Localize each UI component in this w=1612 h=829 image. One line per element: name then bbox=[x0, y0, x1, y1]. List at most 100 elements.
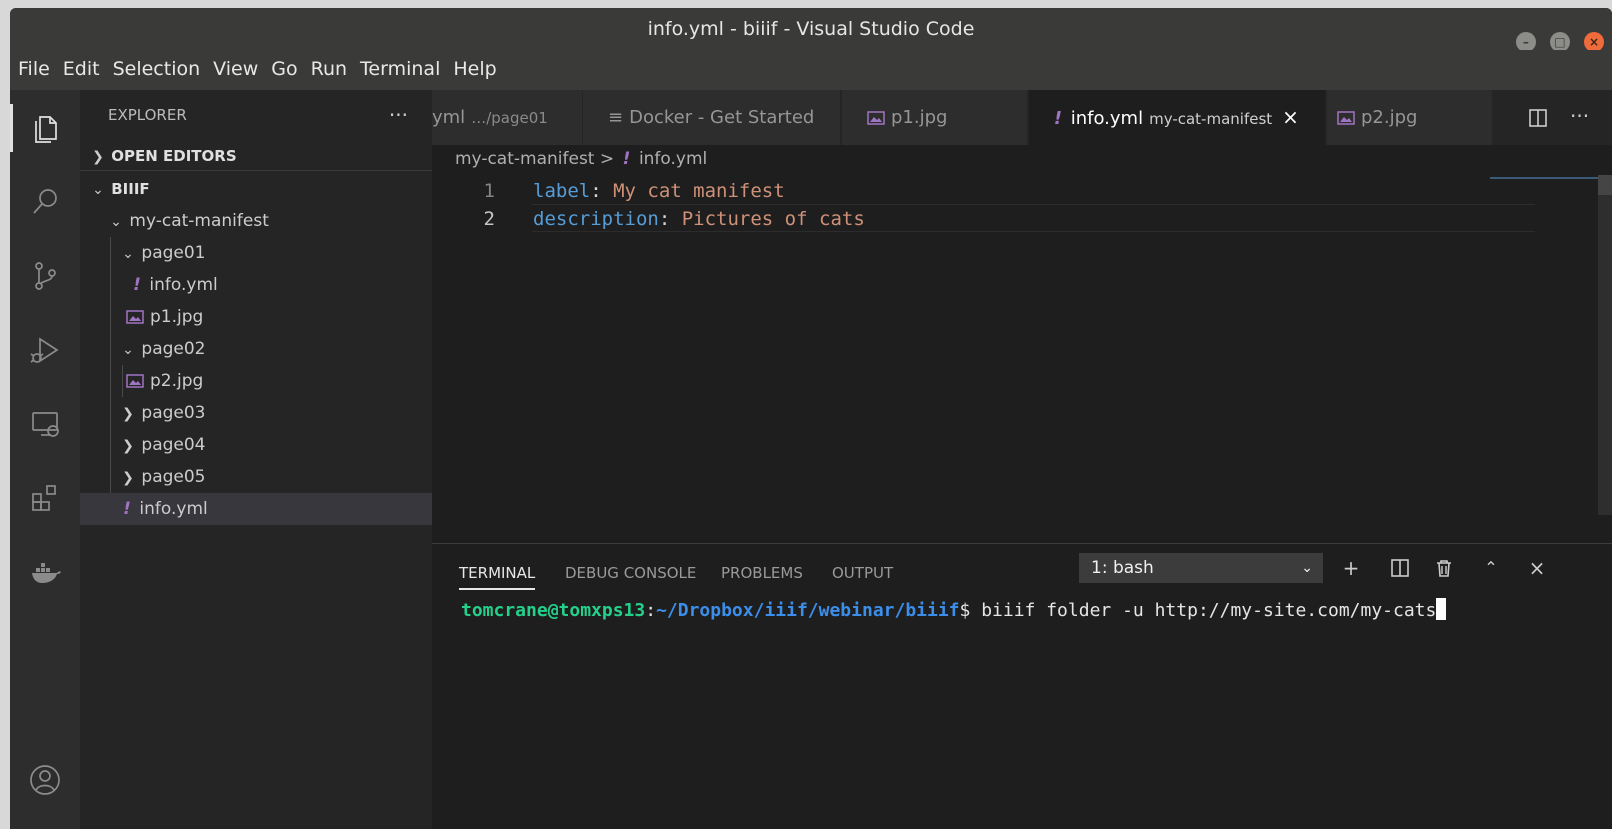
editor-more-actions-button[interactable]: ··· bbox=[1570, 90, 1589, 142]
terminal-output[interactable]: tomcrane@tomxps13:~/Dropbox/iiif/webinar… bbox=[461, 598, 1447, 624]
remote-explorer-activity[interactable] bbox=[10, 396, 80, 452]
tree-file-p1-jpg[interactable]: p1.jpg bbox=[80, 301, 432, 333]
docker-icon bbox=[32, 563, 61, 583]
panel-tab-terminal[interactable]: TERMINAL bbox=[459, 558, 536, 590]
explorer-more-button[interactable]: ··· bbox=[389, 90, 408, 140]
menu-view[interactable]: View bbox=[208, 50, 263, 88]
window-controls: – □ × bbox=[1515, 19, 1612, 52]
docker-activity[interactable] bbox=[10, 544, 80, 600]
terminal-select[interactable]: 1: bash ⌄ bbox=[1079, 553, 1323, 583]
tree-file-p2-jpg[interactable]: p2.jpg bbox=[80, 365, 432, 397]
chevron-right-icon: ❯ bbox=[92, 149, 104, 165]
breadcrumb-folder[interactable]: my-cat-manifest bbox=[455, 149, 594, 169]
preview-icon: ≡ bbox=[608, 107, 624, 128]
source-control-activity[interactable] bbox=[10, 248, 80, 304]
extensions-activity[interactable] bbox=[10, 470, 80, 526]
open-editors-label: OPEN EDITORS bbox=[111, 147, 237, 165]
image-file-icon bbox=[126, 310, 144, 324]
explorer-activity[interactable] bbox=[10, 100, 80, 156]
chevron-down-icon: ⌄ bbox=[122, 342, 134, 358]
code-editor[interactable]: my-cat-manifest > ! info.yml 1 label: My … bbox=[432, 145, 1612, 543]
chevron-down-icon: ⌄ bbox=[92, 182, 104, 198]
accounts-activity[interactable] bbox=[10, 752, 80, 808]
panel-tab-output[interactable]: OUTPUT bbox=[832, 558, 893, 588]
minimize-button[interactable]: – bbox=[1515, 32, 1536, 52]
vscode-window: info.yml - biiif - Visual Studio Code – … bbox=[10, 8, 1612, 829]
chevron-down-icon: ⌄ bbox=[1301, 560, 1313, 576]
tab-page01-info-yml[interactable]: yml …/page01 bbox=[432, 90, 583, 145]
explorer-sidebar: EXPLORER ··· ❯ OPEN EDITORS ⌄ BIIIF ⌄ my… bbox=[80, 90, 432, 829]
editor-scrollbar[interactable] bbox=[1598, 175, 1612, 515]
menu-go[interactable]: Go bbox=[266, 50, 302, 88]
code-line-2[interactable]: 2 description: Pictures of cats bbox=[432, 205, 865, 233]
chevron-right-icon: ❯ bbox=[122, 406, 134, 422]
terminal-user: tomcrane@tomxps13 bbox=[461, 600, 646, 621]
account-icon bbox=[30, 765, 60, 795]
trash-icon[interactable] bbox=[1434, 557, 1454, 579]
tree-file-info-yml-root[interactable]: ! info.yml bbox=[80, 493, 432, 525]
window-title: info.yml - biiif - Visual Studio Code bbox=[647, 18, 975, 40]
menu-selection[interactable]: Selection bbox=[108, 50, 206, 88]
explorer-header: EXPLORER ··· bbox=[80, 90, 432, 140]
close-window-button[interactable]: × bbox=[1584, 32, 1604, 52]
tree-folder-my-cat-manifest[interactable]: ⌄ my-cat-manifest bbox=[80, 205, 432, 237]
editor-tabs: yml …/page01 ≡ Docker - Get Started p1.jpg… bbox=[432, 90, 1612, 145]
panel-tab-problems[interactable]: PROBLEMS bbox=[721, 558, 803, 588]
panel-tab-debug-console[interactable]: DEBUG CONSOLE bbox=[565, 558, 696, 588]
split-terminal-icon[interactable] bbox=[1390, 558, 1410, 578]
split-editor-icon[interactable] bbox=[1528, 108, 1548, 128]
search-activity[interactable] bbox=[10, 174, 80, 230]
open-editors-section[interactable]: ❯ OPEN EDITORS bbox=[80, 140, 432, 171]
run-debug-icon bbox=[30, 337, 59, 363]
close-tab-icon[interactable]: × bbox=[1282, 105, 1299, 129]
image-file-icon bbox=[867, 111, 885, 125]
tab-p1-jpg[interactable]: p1.jpg bbox=[842, 90, 1028, 145]
workspace-section[interactable]: ⌄ BIIIF bbox=[80, 173, 432, 205]
explorer-title: EXPLORER bbox=[108, 106, 187, 124]
activity-bar bbox=[10, 90, 80, 829]
menu-file[interactable]: File bbox=[13, 50, 55, 88]
bottom-panel: TERMINAL DEBUG CONSOLE PROBLEMS OUTPUT 1… bbox=[432, 543, 1612, 829]
maximize-button[interactable]: □ bbox=[1549, 32, 1570, 52]
maximize-panel-icon[interactable]: ⌃ bbox=[1476, 553, 1506, 583]
yaml-file-icon: ! bbox=[133, 275, 141, 295]
tree-folder-page04[interactable]: ❯ page04 bbox=[80, 429, 432, 461]
tree-folder-page05[interactable]: ❯ page05 bbox=[80, 461, 432, 493]
menu-terminal[interactable]: Terminal bbox=[355, 50, 445, 88]
code-line-1[interactable]: 1 label: My cat manifest bbox=[432, 177, 785, 205]
menu-run[interactable]: Run bbox=[306, 50, 352, 88]
tree-folder-page01[interactable]: ⌄ page01 bbox=[80, 237, 432, 269]
new-terminal-icon[interactable]: + bbox=[1336, 553, 1366, 583]
tree-folder-page03[interactable]: ❯ page03 bbox=[80, 397, 432, 429]
terminal-path: ~/Dropbox/iiif/webinar/biiif bbox=[656, 600, 960, 621]
terminal-command: biiif folder -u http://my-site.com/my-ca… bbox=[981, 600, 1437, 621]
files-icon bbox=[35, 116, 57, 143]
tab-p2-jpg[interactable]: p2.jpg bbox=[1327, 90, 1497, 145]
source-control-icon bbox=[35, 262, 56, 290]
menu-help[interactable]: Help bbox=[448, 50, 501, 88]
chevron-down-icon: ⌄ bbox=[110, 214, 122, 230]
yaml-value: Pictures of cats bbox=[681, 208, 865, 230]
chevron-down-icon: ⌄ bbox=[122, 246, 134, 262]
search-icon bbox=[33, 189, 57, 214]
breadcrumb-separator: > bbox=[599, 149, 615, 169]
run-debug-activity[interactable] bbox=[10, 322, 80, 378]
breadcrumb-file[interactable]: info.yml bbox=[639, 149, 707, 169]
breadcrumb: my-cat-manifest > ! info.yml bbox=[455, 149, 707, 169]
tab-info-yml-active[interactable]: ! info.yml my-cat-manifest × bbox=[1029, 90, 1326, 145]
title-bar: info.yml - biiif - Visual Studio Code – … bbox=[10, 8, 1612, 52]
tab-docker-get-started[interactable]: ≡ Docker - Get Started bbox=[583, 90, 841, 145]
minimap[interactable] bbox=[1490, 177, 1600, 179]
menu-bar: File Edit Selection View Go Run Terminal Help bbox=[10, 50, 1612, 90]
editor-scrollbar-thumb[interactable] bbox=[1598, 175, 1612, 195]
tree-file-info-yml[interactable]: ! info.yml bbox=[80, 269, 432, 301]
close-panel-icon[interactable]: × bbox=[1522, 553, 1552, 583]
menu-edit[interactable]: Edit bbox=[58, 50, 105, 88]
file-tree: ⌄ my-cat-manifest ⌄ page01 ! info.yml p1… bbox=[80, 205, 432, 525]
workspace-label: BIIIF bbox=[111, 180, 150, 198]
terminal-cursor bbox=[1436, 598, 1447, 620]
yaml-file-icon: ! bbox=[123, 499, 131, 519]
tree-folder-page02[interactable]: ⌄ page02 bbox=[80, 333, 432, 365]
yaml-key: description bbox=[533, 208, 659, 230]
chevron-right-icon: ❯ bbox=[122, 470, 134, 486]
